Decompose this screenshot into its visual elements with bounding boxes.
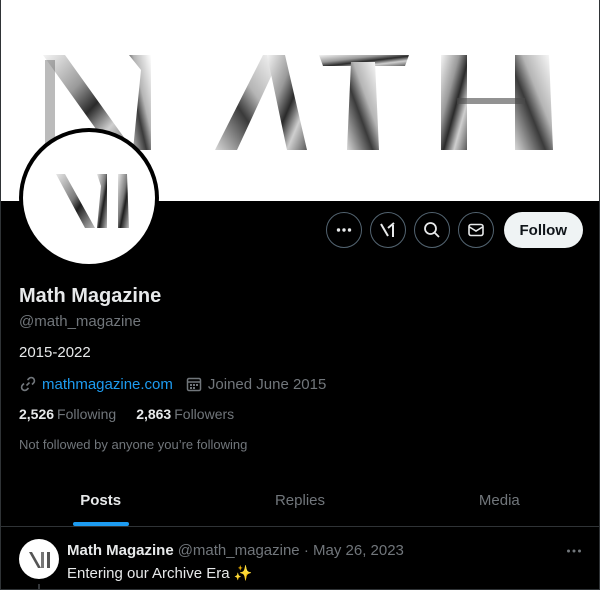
following-stat[interactable]: 2,526 Following [19, 406, 116, 422]
tab-posts-label: Posts [80, 491, 122, 509]
not-followed-note: Not followed by anyone you’re following [19, 437, 248, 452]
follow-stats: 2,526 Following 2,863 Followers [19, 406, 254, 422]
ellipsis-icon [567, 549, 581, 553]
tab-replies[interactable]: Replies [200, 474, 399, 526]
profile-avatar[interactable] [19, 128, 159, 268]
m-monogram-small [29, 552, 50, 568]
post-avatar[interactable] [19, 539, 59, 579]
following-label: Following [57, 406, 117, 422]
search-profile-button[interactable] [413, 212, 450, 248]
post-more-button[interactable] [565, 542, 583, 565]
avatar-logo [23, 132, 155, 264]
grok-icon [379, 222, 395, 237]
profile-page: Follow Math Magazine @math_magazine 2015… [0, 0, 600, 590]
post-text: Entering our Archive Era ✨ [67, 565, 253, 582]
post-author-handle[interactable]: @math_magazine [178, 542, 300, 559]
thread-line [38, 584, 40, 589]
post-separator: · [303, 542, 309, 559]
followers-label: Followers [174, 406, 235, 422]
post-header: Math Magazine @math_magazine · May 26, 20… [67, 542, 404, 559]
ellipsis-icon [336, 228, 351, 232]
following-count: 2,526 [19, 406, 55, 422]
profile-handle: @math_magazine [19, 313, 141, 330]
active-tab-indicator [72, 522, 129, 526]
profile-actions: Follow [325, 212, 583, 248]
followers-stat[interactable]: 2,863 Followers [136, 406, 234, 422]
followers-count: 2,863 [136, 406, 172, 422]
message-button[interactable] [457, 212, 494, 248]
post-date[interactable]: May 26, 2023 [313, 542, 404, 559]
search-icon [423, 222, 440, 238]
tab-replies-label: Replies [274, 491, 325, 509]
website-item: mathmagazine.com [19, 375, 173, 393]
link-icon [20, 376, 36, 392]
joined-item: Joined June 2015 [185, 375, 326, 393]
calendar-icon [186, 377, 202, 392]
tab-posts[interactable]: Posts [1, 474, 200, 526]
tab-media[interactable]: Media [400, 474, 599, 526]
more-options-button[interactable] [325, 212, 362, 248]
profile-name: Math Magazine [19, 285, 162, 307]
profile-tabs: Posts Replies Media [1, 474, 599, 527]
profile-bio: 2015-2022 [19, 344, 91, 361]
post-item[interactable]: Math Magazine @math_magazine · May 26, 20… [1, 528, 599, 589]
follow-button[interactable]: Follow [503, 212, 583, 248]
profile-meta: mathmagazine.com Joined June 2015 [19, 375, 338, 393]
post-author-name[interactable]: Math Magazine [67, 542, 174, 559]
website-link[interactable]: mathmagazine.com [42, 376, 173, 393]
envelope-icon [467, 223, 484, 237]
tab-media-label: Media [478, 491, 520, 509]
m-monogram [56, 174, 129, 228]
grok-button[interactable] [369, 212, 406, 248]
joined-date: Joined June 2015 [207, 375, 327, 393]
